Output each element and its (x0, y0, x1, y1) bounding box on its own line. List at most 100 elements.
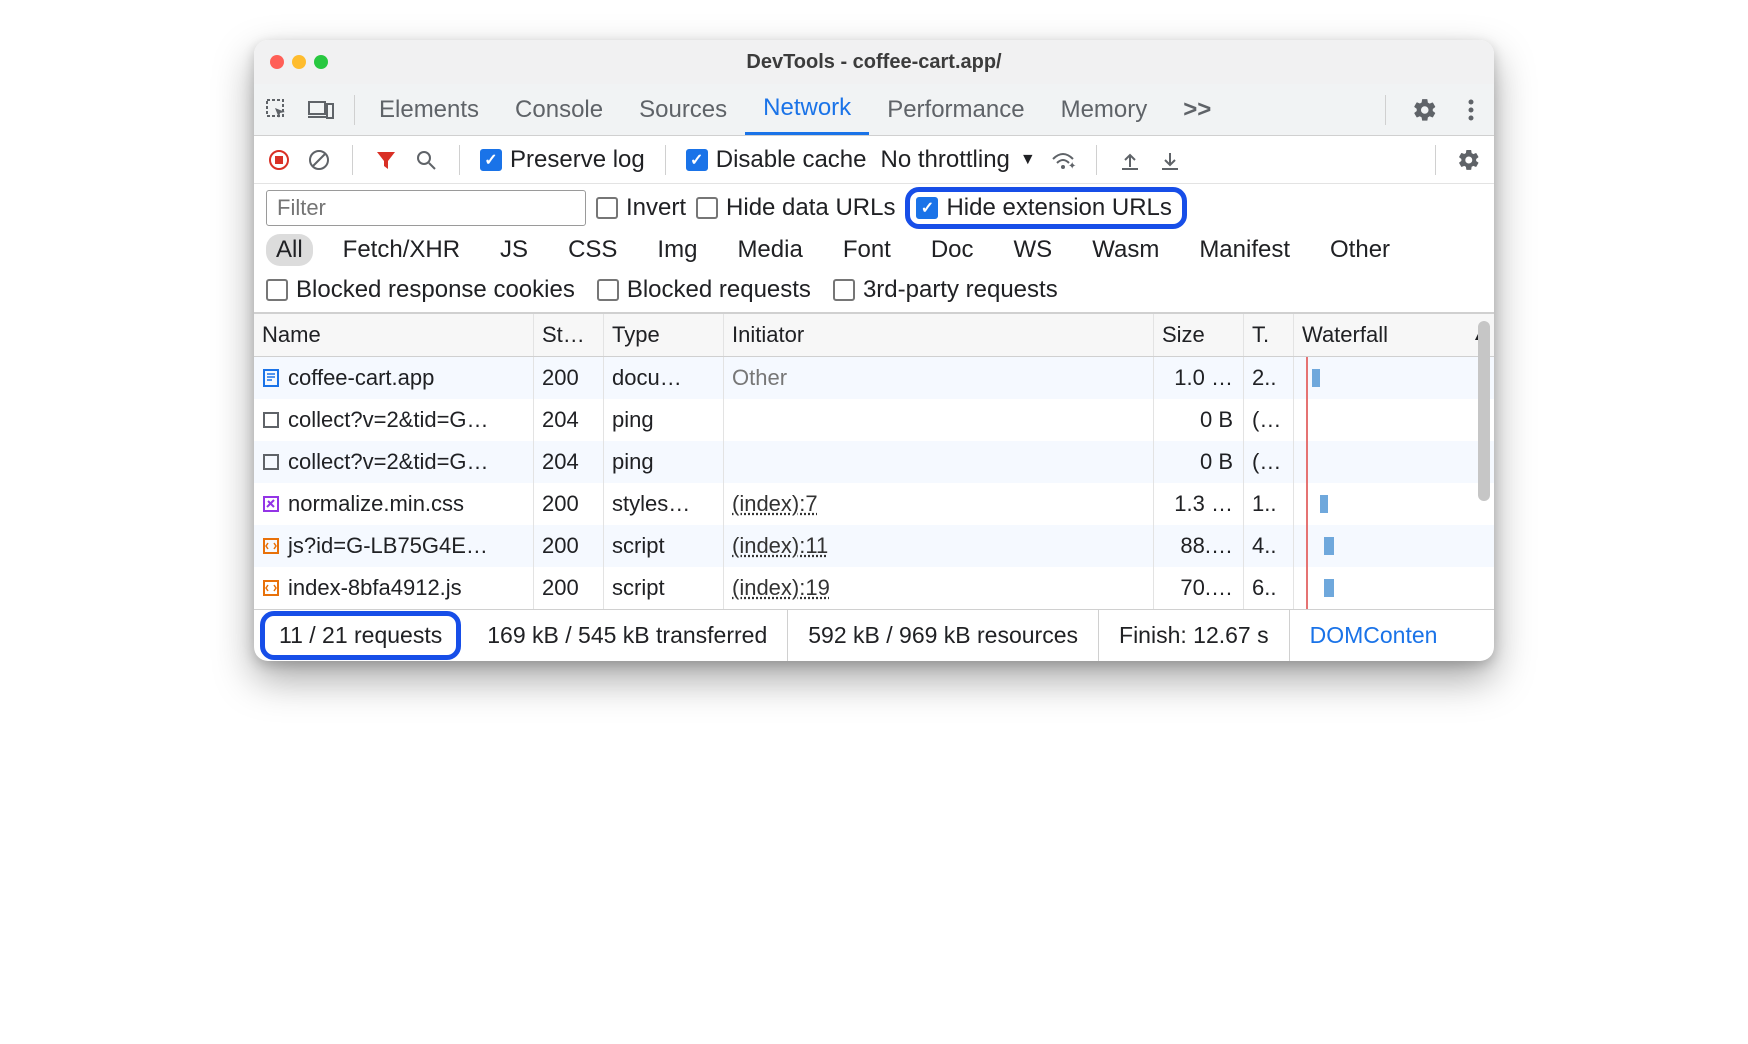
cell-time: 1.. (1244, 483, 1294, 525)
cell-type: ping (604, 399, 724, 441)
disable-cache-checkbox[interactable]: Disable cache (686, 146, 867, 174)
col-type[interactable]: Type (604, 314, 724, 356)
cell-size: 0 B (1154, 399, 1244, 441)
hide-data-urls-checkbox[interactable]: Hide data URLs (696, 194, 895, 222)
tab-sources[interactable]: Sources (621, 84, 745, 135)
network-conditions-icon[interactable]: ✦ (1050, 147, 1076, 173)
cell-time: 2.. (1244, 357, 1294, 399)
filter-input[interactable] (266, 190, 586, 226)
filter-manifest[interactable]: Manifest (1189, 234, 1300, 266)
invert-label: Invert (626, 194, 686, 222)
status-transferred: 169 kB / 545 kB transferred (467, 610, 788, 661)
waterfall-baseline (1306, 483, 1308, 525)
tab-performance[interactable]: Performance (869, 84, 1042, 135)
invert-checkbox[interactable]: Invert (596, 194, 686, 222)
filter-other[interactable]: Other (1320, 234, 1400, 266)
network-settings-icon[interactable] (1456, 147, 1482, 173)
waterfall-baseline (1306, 567, 1308, 609)
tab-console[interactable]: Console (497, 84, 621, 135)
cell-waterfall (1294, 441, 1494, 483)
filter-all[interactable]: All (266, 234, 313, 266)
filter-font[interactable]: Font (833, 234, 901, 266)
filter-ws[interactable]: WS (1004, 234, 1063, 266)
inspect-element-icon[interactable] (264, 97, 290, 123)
settings-icon[interactable] (1412, 97, 1438, 123)
table-row[interactable]: js?id=G-LB75G4E… 200 script (index):11 8… (254, 525, 1494, 567)
cell-size: 70.… (1154, 567, 1244, 609)
main-tabs: Elements Console Sources Network Perform… (254, 84, 1494, 136)
col-initiator[interactable]: Initiator (724, 314, 1154, 356)
table-row[interactable]: collect?v=2&tid=G… 204 ping 0 B (… (254, 441, 1494, 483)
filter-js[interactable]: JS (490, 234, 538, 266)
kebab-menu-icon[interactable] (1458, 97, 1484, 123)
upload-har-icon[interactable] (1117, 147, 1143, 173)
blocked-requests-checkbox[interactable]: Blocked requests (597, 276, 811, 304)
initiator-link[interactable]: (index):11 (732, 533, 828, 559)
tabs-overflow-button[interactable]: >> (1165, 84, 1229, 135)
ping-file-icon (262, 411, 280, 429)
hide-extension-urls-highlight: Hide extension URLs (905, 187, 1186, 229)
third-party-checkbox[interactable]: 3rd-party requests (833, 276, 1058, 304)
cell-name: index-8bfa4912.js (254, 567, 534, 609)
col-name[interactable]: Name (254, 314, 534, 356)
waterfall-baseline (1306, 399, 1308, 441)
filter-img[interactable]: Img (647, 234, 707, 266)
device-toolbar-icon[interactable] (308, 97, 334, 123)
table-row[interactable]: index-8bfa4912.js 200 script (index):19 … (254, 567, 1494, 609)
table-row[interactable]: normalize.min.css 200 styles… (index):7 … (254, 483, 1494, 525)
cell-status: 204 (534, 399, 604, 441)
tab-memory[interactable]: Memory (1043, 84, 1166, 135)
col-status[interactable]: St… (534, 314, 604, 356)
hide-data-urls-label: Hide data URLs (726, 194, 895, 222)
cell-name: normalize.min.css (254, 483, 534, 525)
hide-extension-urls-checkbox[interactable]: Hide extension URLs (916, 194, 1171, 222)
vertical-scrollbar[interactable] (1478, 321, 1490, 501)
clear-button[interactable] (306, 147, 332, 173)
css-file-icon (262, 495, 280, 513)
cell-status: 200 (534, 525, 604, 567)
col-time[interactable]: T. (1244, 314, 1294, 356)
checkbox-icon (480, 149, 502, 171)
tab-network[interactable]: Network (745, 84, 869, 135)
request-name: collect?v=2&tid=G… (288, 407, 489, 433)
col-size[interactable]: Size (1154, 314, 1244, 356)
window-title: DevTools - coffee-cart.app/ (254, 51, 1494, 74)
cell-initiator: (index):11 (724, 525, 1154, 567)
disable-cache-label: Disable cache (716, 146, 867, 174)
record-button[interactable] (266, 147, 292, 173)
initiator-link[interactable]: (index):19 (732, 575, 830, 601)
initiator-link[interactable]: (index):7 (732, 491, 818, 517)
separator (665, 145, 666, 175)
filter-toggle-icon[interactable] (373, 147, 399, 173)
table-row[interactable]: collect?v=2&tid=G… 204 ping 0 B (… (254, 399, 1494, 441)
cell-type: docu… (604, 357, 724, 399)
cell-type: script (604, 525, 724, 567)
filter-wasm[interactable]: Wasm (1082, 234, 1169, 266)
table-row[interactable]: coffee-cart.app 200 docu… Other 1.0 … 2.… (254, 357, 1494, 399)
col-waterfall[interactable]: Waterfall ▲ (1294, 314, 1494, 356)
cell-type: styles… (604, 483, 724, 525)
download-har-icon[interactable] (1157, 147, 1183, 173)
throttling-select[interactable]: No throttling ▼ (880, 146, 1035, 174)
cell-size: 1.0 … (1154, 357, 1244, 399)
throttling-value: No throttling (880, 146, 1009, 174)
filter-fetch-xhr[interactable]: Fetch/XHR (333, 234, 470, 266)
filter-doc[interactable]: Doc (921, 234, 984, 266)
cell-name: collect?v=2&tid=G… (254, 399, 534, 441)
filter-media[interactable]: Media (727, 234, 812, 266)
filter-css[interactable]: CSS (558, 234, 627, 266)
preserve-log-label: Preserve log (510, 146, 645, 174)
cell-status: 200 (534, 567, 604, 609)
search-icon[interactable] (413, 147, 439, 173)
status-resources: 592 kB / 969 kB resources (788, 610, 1099, 661)
js-file-icon (262, 537, 280, 555)
blocked-cookies-checkbox[interactable]: Blocked response cookies (266, 276, 575, 304)
waterfall-bar (1324, 579, 1334, 597)
separator (1096, 145, 1097, 175)
devtools-window: DevTools - coffee-cart.app/ Elements Con… (254, 40, 1494, 661)
status-domcontentloaded[interactable]: DOMConten (1290, 610, 1458, 661)
checkbox-icon (696, 197, 718, 219)
preserve-log-checkbox[interactable]: Preserve log (480, 146, 645, 174)
waterfall-bar (1312, 369, 1320, 387)
tab-elements[interactable]: Elements (361, 84, 497, 135)
